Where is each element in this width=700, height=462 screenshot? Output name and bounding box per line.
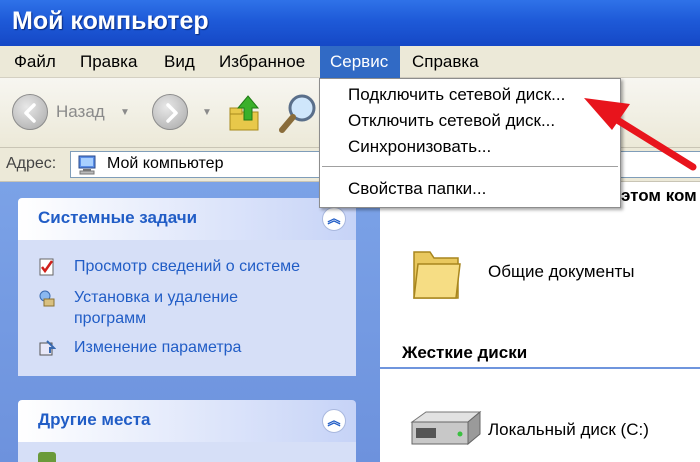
red-arrow-annotation: [584, 98, 697, 171]
